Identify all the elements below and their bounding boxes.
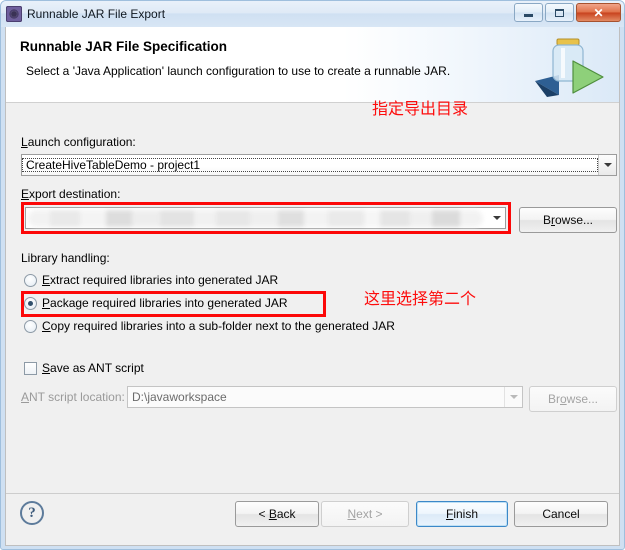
jar-export-icon	[6, 6, 22, 22]
radio-icon-unselected[interactable]	[24, 273, 37, 287]
cancel-button[interactable]: Cancel	[514, 501, 608, 527]
library-handling-option-copy[interactable]: Copy required libraries into a sub-folde…	[24, 319, 395, 333]
launch-configuration-combo[interactable]: CreateHiveTableDemo - project1	[21, 154, 617, 176]
annotation-text-export-destination: 指定导出目录	[372, 99, 469, 118]
finish-button[interactable]: Finish	[416, 501, 508, 527]
library-handling-option-package-label: Package required libraries into generate…	[42, 296, 288, 310]
save-as-ant-script-label: Save as ANT script	[42, 361, 144, 375]
export-destination-browse-button[interactable]: Browse...	[519, 207, 617, 233]
title-bar[interactable]: Runnable JAR File Export ✕	[1, 1, 624, 27]
page-description: Select a 'Java Application' launch confi…	[26, 64, 451, 78]
library-handling-option-package[interactable]: Package required libraries into generate…	[24, 296, 287, 310]
window-title: Runnable JAR File Export	[27, 7, 166, 21]
library-handling-option-extract-label: Extract required libraries into generate…	[42, 273, 279, 287]
close-button[interactable]: ✕	[576, 3, 621, 22]
ant-script-location-label: ANT script location:	[21, 390, 125, 404]
maximize-icon	[555, 8, 564, 17]
dialog-client-area: Runnable JAR File Specification Select a…	[5, 27, 620, 546]
radio-icon-selected[interactable]	[24, 296, 37, 310]
page-title: Runnable JAR File Specification	[20, 39, 228, 54]
wizard-page: Launch configuration: CreateHiveTableDem…	[6, 99, 619, 494]
ant-script-location-value: D:\javaworkspace	[132, 390, 227, 404]
redacted-path-value	[28, 210, 483, 227]
minimize-button[interactable]	[514, 3, 543, 22]
annotation-text-library-handling: 这里选择第二个	[364, 289, 477, 308]
wizard-banner: Runnable JAR File Specification Select a…	[6, 27, 619, 103]
library-handling-label: Library handling:	[21, 251, 110, 265]
maximize-button[interactable]	[545, 3, 574, 22]
library-handling-option-copy-label: Copy required libraries into a sub-folde…	[42, 319, 395, 333]
radio-icon-unselected[interactable]	[24, 319, 37, 333]
export-destination-combo[interactable]	[25, 207, 506, 229]
ant-script-location-browse-button: Browse...	[529, 386, 617, 412]
chevron-down-icon[interactable]	[598, 155, 616, 175]
library-handling-option-extract[interactable]: Extract required libraries into generate…	[24, 273, 278, 287]
next-button: Next >	[321, 501, 409, 527]
jar-with-green-arrow-icon	[535, 38, 604, 97]
launch-configuration-value: CreateHiveTableDemo - project1	[22, 158, 598, 172]
checkbox-icon-unchecked[interactable]	[24, 361, 37, 375]
launch-configuration-label: Launch configuration:	[21, 135, 136, 149]
ant-script-location-combo: D:\javaworkspace	[127, 386, 523, 408]
export-destination-label: Export destination:	[21, 187, 121, 201]
window-controls: ✕	[514, 3, 621, 22]
dialog-window: Runnable JAR File Export ✕ Runnable JAR …	[0, 0, 625, 550]
help-button[interactable]: ?	[20, 501, 44, 525]
chevron-down-icon	[504, 387, 522, 407]
minimize-icon	[524, 14, 533, 17]
save-as-ant-script-checkbox[interactable]: Save as ANT script	[24, 361, 144, 375]
chevron-down-icon[interactable]	[488, 208, 505, 228]
back-button[interactable]: < Back	[235, 501, 319, 527]
